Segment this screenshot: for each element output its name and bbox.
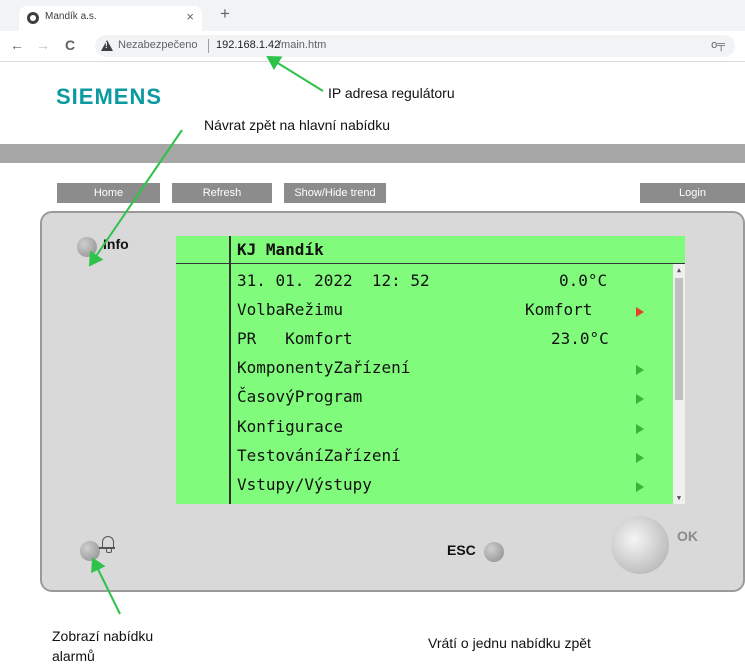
annotation-arrows — [88, 55, 324, 615]
arrow-to-ip — [266, 55, 324, 92]
arrow-to-alarm — [91, 557, 121, 615]
arrow-to-info — [88, 129, 183, 267]
